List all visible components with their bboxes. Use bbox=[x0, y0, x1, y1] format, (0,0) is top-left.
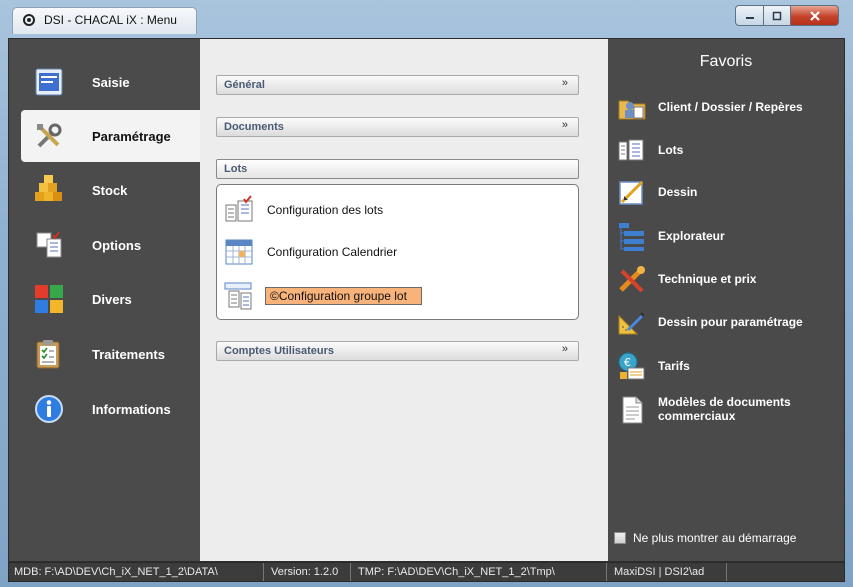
fav-label: Tarifs bbox=[658, 359, 690, 373]
chevron-down-icon: » bbox=[561, 77, 568, 89]
startup-checkbox[interactable] bbox=[614, 532, 626, 544]
nav-item-options[interactable]: Options bbox=[9, 219, 200, 271]
fav-label: Modèles de documents commerciaux bbox=[658, 395, 791, 423]
section-general[interactable]: Général » bbox=[216, 75, 579, 95]
fav-label: Technique et prix bbox=[658, 272, 757, 286]
tools-icon bbox=[33, 120, 65, 152]
chevron-down-icon: » bbox=[561, 119, 568, 131]
favoris-panel: Favoris Client / Dossier / Repères Lots … bbox=[608, 39, 844, 561]
left-navigation: Saisie Paramétrage Stock Options Divers … bbox=[9, 39, 200, 561]
lots-config-label: Configuration des lots bbox=[267, 203, 384, 217]
calendar-config-item[interactable]: Configuration Calendrier bbox=[223, 237, 397, 267]
nav-item-stock[interactable]: Stock bbox=[9, 164, 200, 216]
lots-icon bbox=[616, 134, 648, 166]
status-bar: MDB: F:\AD\DEV\Ch_iX_NET_1_2\DATA\ Versi… bbox=[8, 562, 845, 582]
chevron-down-icon: » bbox=[561, 343, 568, 355]
fav-modeles-documents[interactable]: Modèles de documents commerciaux bbox=[616, 394, 828, 428]
fav-explorateur[interactable]: Explorateur bbox=[616, 219, 725, 253]
nav-item-informations[interactable]: Informations bbox=[9, 383, 200, 435]
fav-label: Client / Dossier / Repères bbox=[658, 100, 803, 114]
group-lot-config-label: ©Configuration groupe lot bbox=[265, 287, 422, 305]
title-bar[interactable]: DSI - CHACAL iX : Menu bbox=[0, 0, 853, 38]
form-icon bbox=[33, 66, 65, 98]
calendar-config-label: Configuration Calendrier bbox=[267, 245, 398, 259]
section-lots[interactable]: Lots bbox=[216, 159, 579, 179]
section-label: Général bbox=[224, 79, 265, 91]
fav-technique-prix[interactable]: Technique et prix bbox=[616, 262, 756, 296]
status-empty-panel bbox=[729, 563, 829, 581]
parametrage-panel: Général » Documents » Lots Configuration… bbox=[200, 39, 608, 561]
group-lot-icon bbox=[223, 281, 257, 311]
svg-text:€: € bbox=[624, 356, 631, 369]
status-version: Version: 1.2.0 bbox=[266, 563, 351, 581]
maximize-icon bbox=[772, 11, 782, 20]
nav-item-traitements[interactable]: Traitements bbox=[9, 328, 200, 380]
minimize-button[interactable] bbox=[735, 5, 764, 26]
maximize-button[interactable] bbox=[764, 5, 791, 26]
status-mdb-path: MDB: F:\AD\DEV\Ch_iX_NET_1_2\DATA\ bbox=[9, 563, 264, 581]
fav-dessin[interactable]: Dessin bbox=[616, 175, 697, 209]
app-logo-icon bbox=[23, 14, 35, 26]
ruler-icon bbox=[616, 306, 648, 338]
application-window: DSI - CHACAL iX : Menu Saisie Paramétrag… bbox=[0, 0, 853, 587]
explorer-icon bbox=[616, 220, 648, 252]
nav-item-label: Traitements bbox=[92, 346, 165, 362]
fav-client-dossier[interactable]: Client / Dossier / Repères bbox=[616, 90, 803, 124]
minimize-icon bbox=[745, 16, 754, 19]
tools-price-icon bbox=[616, 263, 648, 295]
startup-option[interactable]: Ne plus montrer au démarrage bbox=[614, 531, 796, 545]
close-icon bbox=[809, 10, 820, 21]
section-label: Comptes Utilisateurs bbox=[224, 345, 335, 357]
nav-item-label: Stock bbox=[92, 182, 128, 198]
fav-label: Explorateur bbox=[658, 229, 725, 243]
stock-boxes-icon bbox=[33, 174, 65, 206]
startup-checkbox-label: Ne plus montrer au démarrage bbox=[633, 531, 797, 545]
calendar-icon bbox=[223, 237, 257, 267]
fav-lots[interactable]: Lots bbox=[616, 133, 683, 167]
nav-item-divers[interactable]: Divers bbox=[9, 273, 200, 325]
nav-item-label: Paramétrage bbox=[92, 128, 171, 144]
nav-item-label: Divers bbox=[92, 291, 132, 307]
client-folder-icon bbox=[616, 91, 648, 123]
section-comptes-utilisateurs[interactable]: Comptes Utilisateurs » bbox=[216, 341, 579, 361]
lots-config-item[interactable]: Configuration des lots bbox=[223, 195, 383, 225]
close-button[interactable] bbox=[791, 5, 839, 26]
main-client-area: Saisie Paramétrage Stock Options Divers … bbox=[8, 38, 845, 562]
nav-item-label: Informations bbox=[92, 401, 171, 417]
window-title: DSI - CHACAL iX : Menu bbox=[44, 13, 177, 27]
drawing-icon bbox=[616, 176, 648, 208]
options-checklist-icon bbox=[33, 229, 65, 261]
fav-label: Lots bbox=[658, 143, 684, 157]
colored-squares-icon bbox=[33, 283, 65, 315]
tariffs-icon: € bbox=[616, 350, 648, 382]
document-icon bbox=[616, 394, 648, 426]
section-label: Lots bbox=[224, 163, 248, 175]
section-documents[interactable]: Documents » bbox=[216, 117, 579, 137]
nav-item-saisie[interactable]: Saisie bbox=[9, 56, 200, 108]
nav-item-parametrage[interactable]: Paramétrage bbox=[21, 110, 200, 162]
fav-label: Dessin pour paramétrage bbox=[658, 315, 803, 329]
status-tmp-path: TMP: F:\AD\DEV\Ch_iX_NET_1_2\Tmp\ bbox=[353, 563, 607, 581]
title-tab: DSI - CHACAL iX : Menu bbox=[12, 7, 197, 34]
lots-config-icon bbox=[223, 195, 257, 225]
status-user: MaxiDSI | DSI2\ad bbox=[609, 563, 727, 581]
clipboard-icon bbox=[33, 338, 65, 370]
caption-buttons bbox=[735, 5, 839, 27]
lots-section-content: Configuration des lots Configuration Cal… bbox=[216, 184, 579, 320]
section-label: Documents bbox=[224, 121, 284, 133]
info-icon bbox=[33, 393, 65, 425]
fav-dessin-parametrage[interactable]: Dessin pour paramétrage bbox=[616, 305, 803, 339]
nav-item-label: Saisie bbox=[92, 74, 130, 90]
group-lot-config-item[interactable]: ©Configuration groupe lot bbox=[223, 281, 422, 311]
fav-label: Dessin bbox=[658, 185, 698, 199]
nav-item-label: Options bbox=[92, 237, 142, 253]
fav-tarifs[interactable]: € Tarifs bbox=[616, 349, 690, 383]
favoris-title: Favoris bbox=[699, 53, 753, 70]
